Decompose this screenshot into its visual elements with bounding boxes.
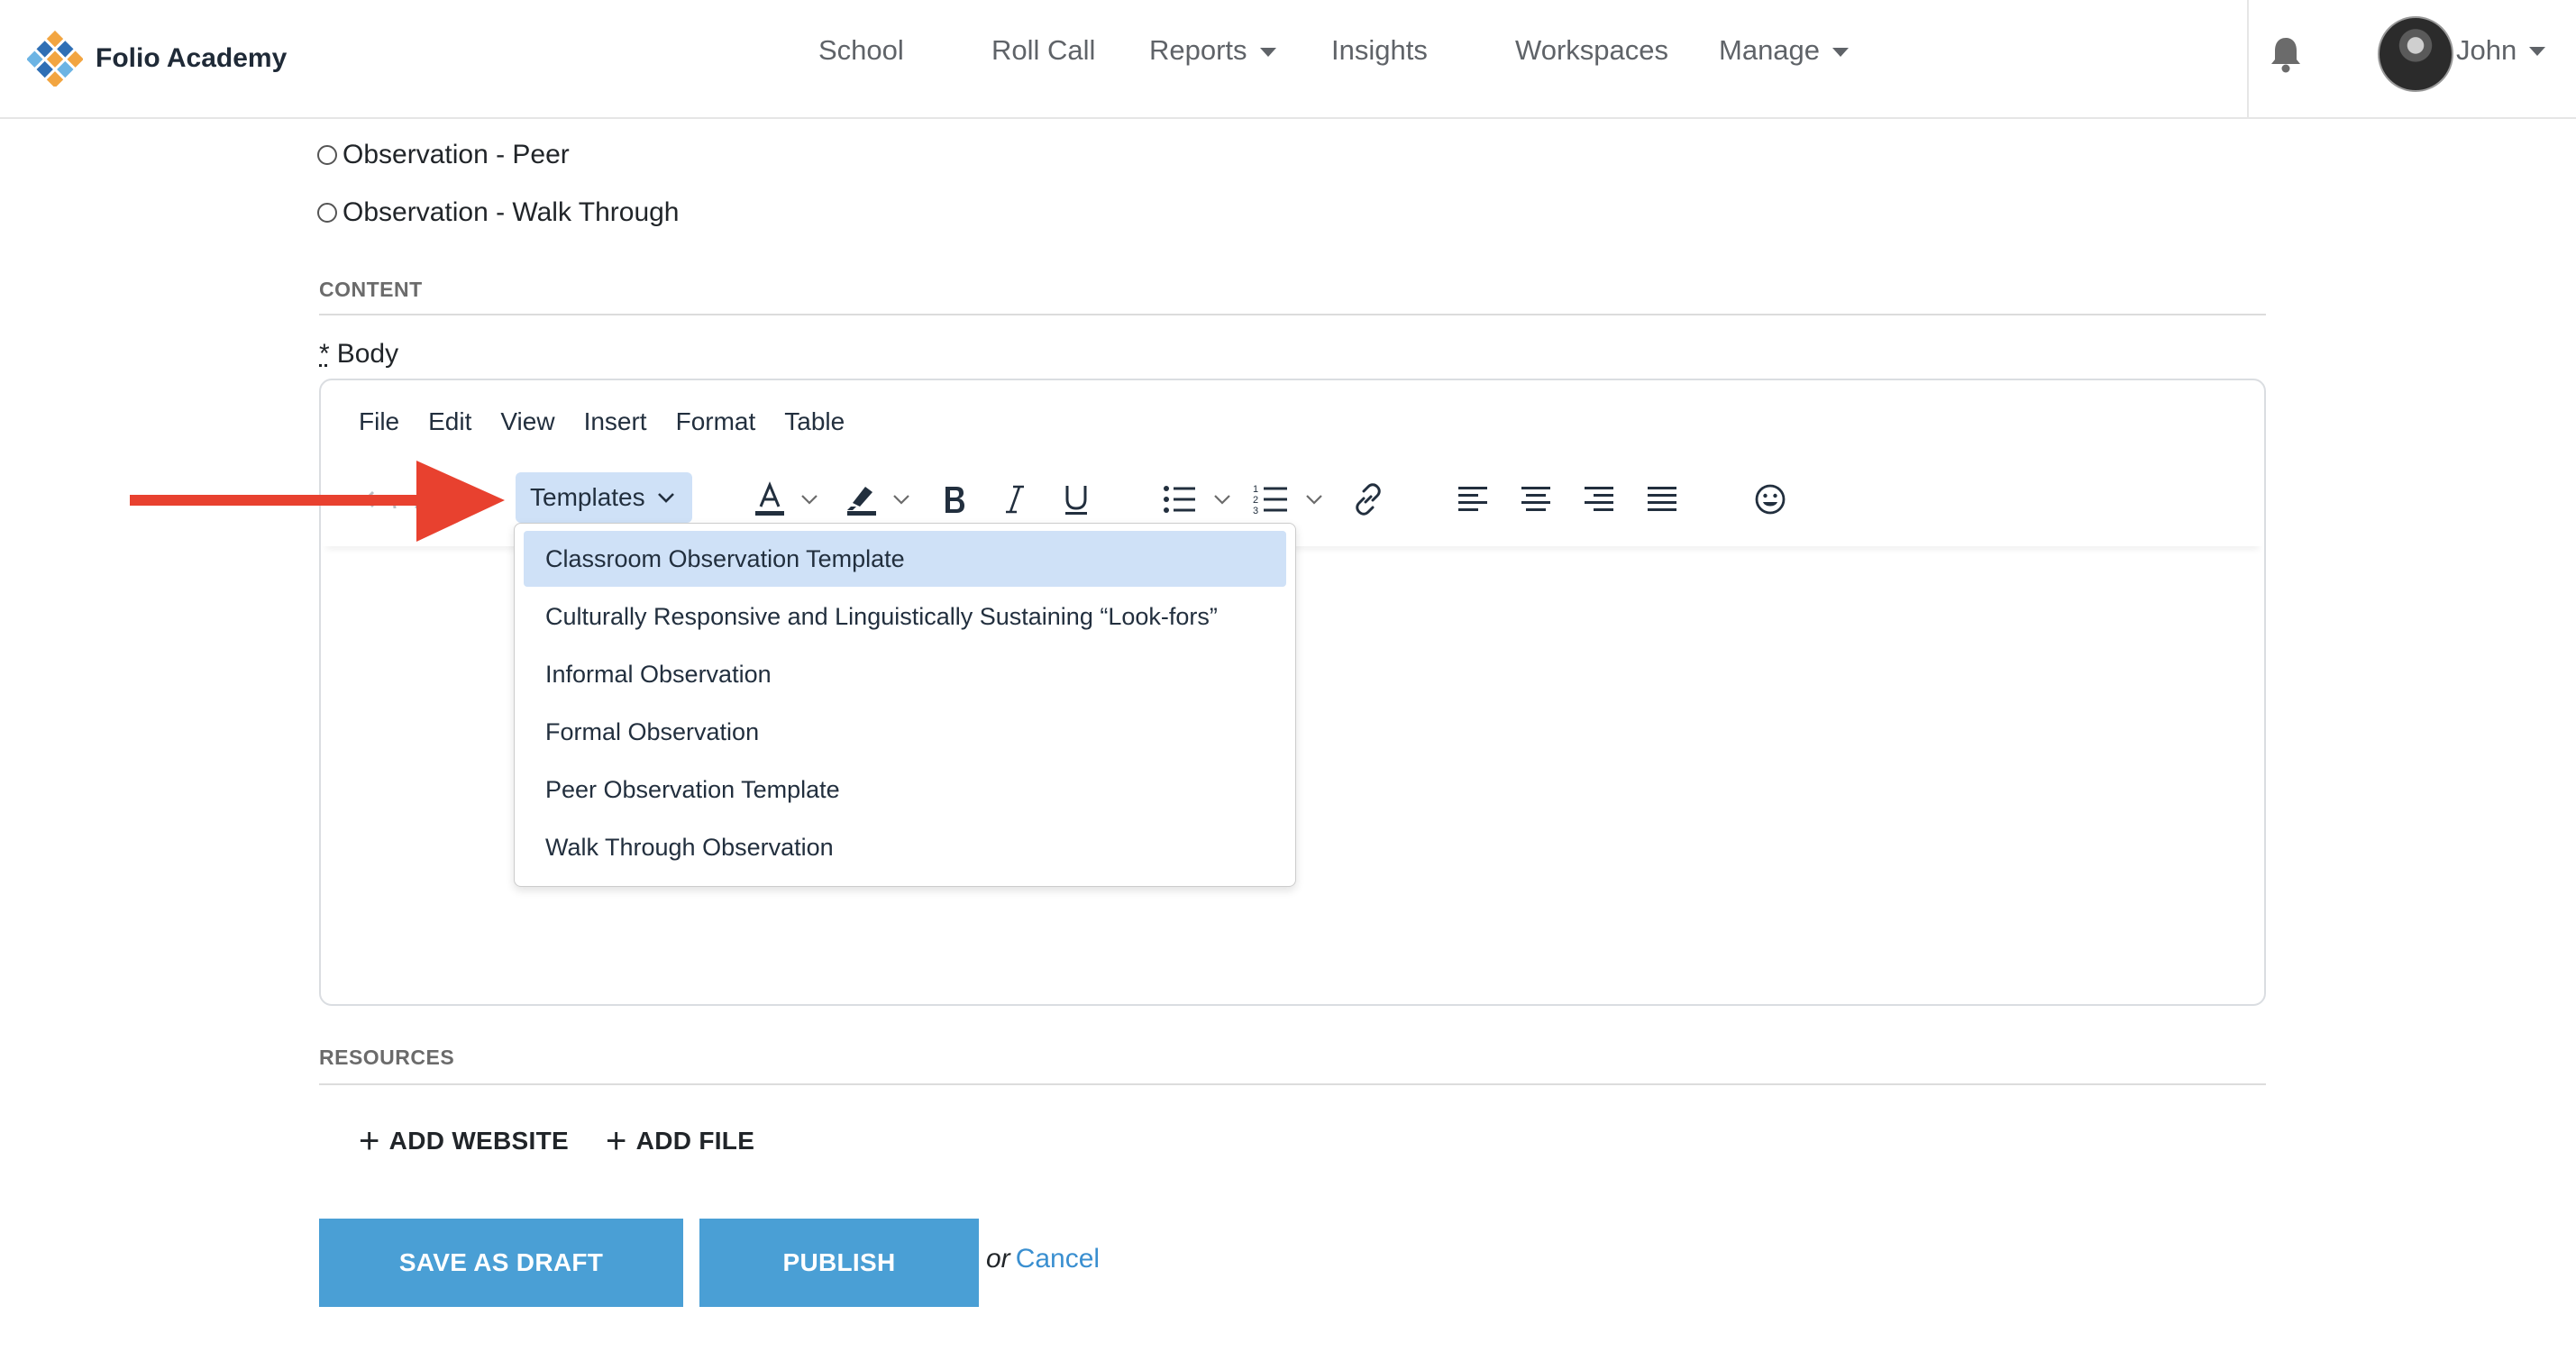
link-icon[interactable]	[1348, 480, 1388, 519]
text-color-icon[interactable]	[750, 480, 790, 519]
align-center-icon[interactable]	[1516, 480, 1556, 519]
user-name[interactable]: John	[2456, 34, 2517, 67]
highlight-color-icon[interactable]	[842, 480, 882, 519]
bullet-list-icon[interactable]	[1159, 480, 1199, 519]
chevron-down-icon[interactable]	[799, 490, 820, 508]
radio-label: Observation - Peer	[343, 140, 570, 169]
chevron-down-icon[interactable]	[1211, 490, 1233, 508]
or-text: or	[986, 1244, 1010, 1274]
plus-icon: +	[606, 1121, 627, 1161]
nav-reports[interactable]: Reports	[1149, 34, 1276, 67]
menu-table[interactable]: Table	[770, 407, 859, 436]
svg-text:1: 1	[1253, 484, 1258, 495]
content-divider	[319, 314, 2266, 315]
nav-manage-label: Manage	[1719, 34, 1821, 66]
editor-menubar: File Edit View Insert Format Table	[359, 407, 859, 436]
resources-divider	[319, 1083, 2266, 1085]
brand[interactable]: Folio Academy	[27, 27, 287, 90]
menu-file[interactable]: File	[359, 407, 414, 436]
nav-workspaces[interactable]: Workspaces	[1515, 34, 1668, 67]
nav-school-label: School	[818, 34, 904, 66]
body-label-text: Body	[336, 339, 399, 369]
align-right-icon[interactable]	[1579, 480, 1619, 519]
content-heading: CONTENT	[319, 278, 423, 301]
bell-icon[interactable]	[2268, 34, 2304, 74]
or-cancel: or Cancel	[986, 1244, 1100, 1274]
templates-dropdown-menu: Classroom Observation Template Culturall…	[514, 523, 1296, 887]
nav-divider	[2247, 0, 2249, 117]
annotation-arrow-icon	[130, 461, 505, 542]
nav-school[interactable]: School	[818, 34, 904, 67]
avatar[interactable]	[2378, 16, 2453, 92]
template-option-peer-observation[interactable]: Peer Observation Template	[524, 762, 1286, 818]
radio-button[interactable]	[317, 145, 337, 165]
nav-insights-label: Insights	[1331, 34, 1428, 66]
resources-heading: RESOURCES	[319, 1046, 455, 1069]
svg-text:3: 3	[1253, 506, 1258, 516]
chevron-down-icon	[657, 493, 674, 503]
templates-label: Templates	[530, 483, 645, 511]
add-file-label: ADD FILE	[635, 1127, 755, 1155]
nav-roll-call[interactable]: Roll Call	[991, 34, 1095, 67]
underline-icon[interactable]	[1056, 480, 1096, 519]
template-option-formal-observation[interactable]: Formal Observation	[524, 704, 1286, 760]
publish-button[interactable]: PUBLISH	[699, 1219, 979, 1307]
menu-insert[interactable]: Insert	[570, 407, 662, 436]
bold-icon[interactable]	[934, 480, 973, 519]
caret-down-icon	[1259, 47, 1276, 57]
brand-name: Folio Academy	[96, 43, 288, 73]
radio-button[interactable]	[317, 203, 337, 223]
template-option-walk-through[interactable]: Walk Through Observation	[524, 819, 1286, 875]
top-navbar: Folio Academy School Roll Call Reports I…	[0, 0, 2576, 119]
cancel-link[interactable]: Cancel	[1016, 1244, 1100, 1274]
align-left-icon[interactable]	[1453, 480, 1493, 519]
caret-down-icon	[1832, 47, 1850, 57]
add-file-button[interactable]: + ADD FILE	[606, 1121, 755, 1161]
folio-logo-icon	[27, 31, 83, 87]
italic-icon[interactable]	[995, 480, 1035, 519]
emoji-icon[interactable]	[1750, 480, 1790, 519]
nav-workspaces-label: Workspaces	[1515, 34, 1668, 66]
template-option-informal-observation[interactable]: Informal Observation	[524, 646, 1286, 702]
body-label: * Body	[319, 339, 398, 370]
save-as-draft-button[interactable]: SAVE AS DRAFT	[319, 1219, 683, 1307]
numbered-list-icon[interactable]: 1 2 3	[1251, 480, 1291, 519]
nav-roll-call-label: Roll Call	[991, 34, 1096, 66]
required-mark: *	[319, 339, 330, 369]
chevron-down-icon[interactable]	[891, 490, 912, 508]
nav-manage[interactable]: Manage	[1719, 34, 1850, 67]
plus-icon: +	[359, 1121, 380, 1161]
menu-format[interactable]: Format	[662, 407, 771, 436]
templates-dropdown-button[interactable]: Templates	[516, 472, 692, 523]
menu-view[interactable]: View	[486, 407, 569, 436]
add-website-button[interactable]: + ADD WEBSITE	[359, 1121, 569, 1161]
nav-reports-label: Reports	[1149, 34, 1247, 66]
menu-edit[interactable]: Edit	[414, 407, 486, 436]
user-caret-icon[interactable]	[2529, 47, 2545, 56]
template-option-classroom-observation[interactable]: Classroom Observation Template	[524, 531, 1286, 587]
radio-observation-walk-through[interactable]: Observation - Walk Through	[317, 197, 680, 228]
chevron-down-icon[interactable]	[1303, 490, 1325, 508]
add-website-label: ADD WEBSITE	[388, 1127, 569, 1155]
radio-label: Observation - Walk Through	[343, 197, 680, 227]
radio-observation-peer[interactable]: Observation - Peer	[317, 140, 570, 170]
justify-icon[interactable]	[1642, 480, 1682, 519]
nav-insights[interactable]: Insights	[1331, 34, 1428, 67]
template-option-culturally-responsive[interactable]: Culturally Responsive and Linguistically…	[524, 589, 1286, 644]
svg-text:2: 2	[1253, 495, 1258, 506]
